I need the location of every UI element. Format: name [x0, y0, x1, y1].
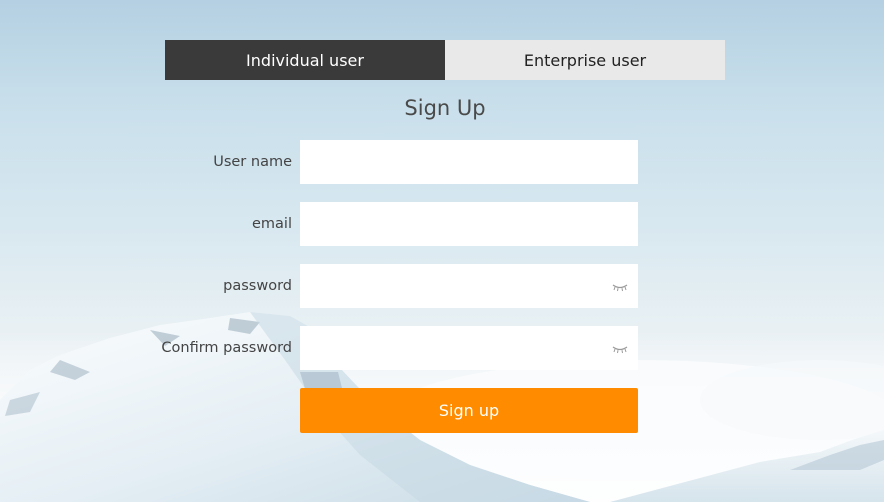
user-type-tabs: Individual user Enterprise user — [165, 40, 725, 80]
email-input[interactable] — [300, 202, 638, 246]
confirm-password-label: Confirm password — [161, 340, 292, 356]
tab-enterprise-user[interactable]: Enterprise user — [445, 40, 725, 80]
eye-closed-icon[interactable] — [612, 282, 628, 292]
username-label: User name — [213, 154, 292, 170]
eye-closed-icon[interactable] — [612, 344, 628, 354]
confirm-password-input[interactable] — [300, 326, 638, 370]
tab-individual-user[interactable]: Individual user — [165, 40, 445, 80]
password-input[interactable] — [300, 264, 638, 308]
sign-up-button[interactable]: Sign up — [300, 388, 638, 433]
page-title: Sign Up — [404, 96, 486, 120]
password-label: password — [223, 278, 292, 294]
username-input[interactable] — [300, 140, 638, 184]
email-label: email — [252, 216, 292, 232]
